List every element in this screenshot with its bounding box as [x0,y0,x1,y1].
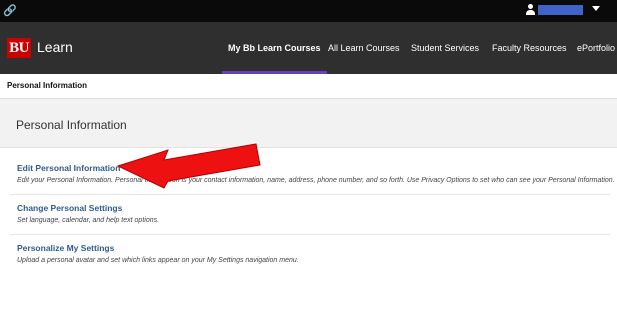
main-header: BU Learn My Bb Learn Courses All Learn C… [0,22,617,74]
section-change-personal-settings: Change Personal Settings Set language, c… [17,203,159,224]
nav-my-bb-learn-courses[interactable]: My Bb Learn Courses [222,22,327,74]
edit-personal-information-link[interactable]: Edit Personal Information [17,163,615,173]
breadcrumb: Personal Information [7,81,88,90]
section-description: Set language, calendar, and help text op… [17,217,160,224]
user-name-redacted [538,5,583,15]
nav-label: Student Services [411,43,480,53]
divider [10,194,610,195]
section-description: Edit your Personal Information. Personal… [17,177,615,184]
nav-student-services[interactable]: Student Services [411,22,479,74]
page-header: Personal Information [0,99,617,148]
nav-faculty-resources[interactable]: Faculty Resources [492,22,567,74]
top-bar: 🔗 [0,0,617,22]
nav-all-learn-courses[interactable]: All Learn Courses [328,22,400,74]
logo-label: Learn [37,39,73,55]
logo-badge: BU [7,38,31,58]
chevron-down-icon[interactable] [592,6,600,11]
personalize-my-settings-link[interactable]: Personalize My Settings [17,243,299,253]
nav-label: My Bb Learn Courses [228,43,321,53]
nav-eportfolio[interactable]: ePortfolio [577,22,615,74]
divider [10,234,610,235]
section-edit-personal-information: Edit Personal Information Edit your Pers… [17,163,615,184]
user-icon [526,4,535,16]
nav-label: ePortfolio [577,43,616,53]
link-icon[interactable]: 🔗 [3,4,17,18]
section-personalize-my-settings: Personalize My Settings Upload a persona… [17,243,299,264]
change-personal-settings-link[interactable]: Change Personal Settings [17,203,159,213]
page-title: Personal Information [16,118,127,132]
breadcrumb-bar: Personal Information [0,74,617,99]
nav-label: Faculty Resources [492,43,567,53]
nav-label: All Learn Courses [328,43,400,53]
section-description: Upload a personal avatar and set which l… [17,257,299,264]
